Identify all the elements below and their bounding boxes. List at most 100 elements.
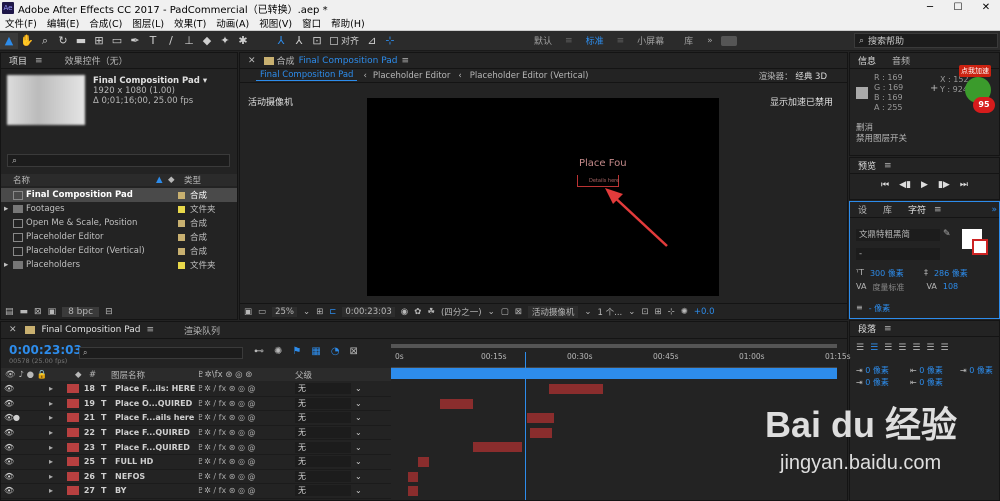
clone-tool-icon[interactable]: ⊥ (180, 33, 198, 49)
layer-row[interactable]: 👁 ● ▸ 21 T Place F...ails here ♇✲ / fx ⊛ ◎ @ 无 ⌄ (1, 411, 391, 426)
expand-arrow-icon[interactable]: ▸ (49, 428, 63, 437)
layer-duration-bar[interactable] (407, 471, 419, 482)
layer-name[interactable]: NEFOS (115, 472, 197, 481)
tab-project[interactable]: 项目 (1, 54, 35, 67)
align-left-icon[interactable]: ☰ (856, 343, 864, 353)
hide-shy-icon[interactable]: ⚑ (292, 346, 301, 357)
parent-dropdown[interactable]: 无 (295, 441, 351, 453)
project-search-input[interactable]: ⌕ (7, 154, 230, 167)
fast-preview-icon[interactable]: ⊡ (641, 307, 648, 317)
workspace-small-screen[interactable]: 小屏幕 (627, 34, 674, 47)
label-color-swatch[interactable] (178, 191, 185, 199)
camera-tool-icon[interactable]: ▬ (72, 33, 90, 49)
layer-name[interactable]: Place F...ails here (115, 413, 197, 422)
layer-name[interactable]: Place F...ils: HERE (115, 384, 197, 393)
roto-tool-icon[interactable]: ✦ (216, 33, 234, 49)
layer-switches[interactable]: ♇✲ / fx ⊛ ◎ @ (197, 384, 295, 393)
col-name-header[interactable]: 名称 (13, 174, 156, 186)
play-icon[interactable]: ▶ (921, 180, 928, 190)
workspace-library[interactable]: 库 (674, 34, 703, 47)
views-dropdown[interactable]: 1 个... (598, 306, 623, 318)
comp-viewer[interactable]: Place Fou Details here (367, 98, 719, 296)
workspace-default[interactable]: 默认 (524, 34, 562, 47)
timeline-timecode[interactable]: 0:00:23:03 (9, 343, 82, 357)
eye-icon[interactable]: 👁 (1, 428, 14, 437)
project-item[interactable]: ▸ Footages 文件夹 (1, 202, 237, 216)
layer-label-color[interactable] (67, 384, 79, 394)
font-style-dropdown[interactable]: - (856, 248, 940, 260)
first-line-indent-value[interactable]: 0 像素 (969, 366, 993, 375)
layer-label-color[interactable] (67, 413, 79, 423)
always-preview-icon[interactable]: ▣ (244, 307, 252, 317)
menu-item-4[interactable]: 效果(T) (169, 16, 211, 30)
layer-label-color[interactable] (67, 398, 79, 408)
transparency-icon[interactable]: ⊠ (515, 307, 522, 317)
layer-name[interactable]: Place F...QUIRED (115, 428, 197, 437)
comp-mini-flowchart-icon[interactable]: ⊷ (254, 346, 264, 357)
workspace-more-icon[interactable]: » (703, 36, 717, 46)
project-item[interactable]: Placeholder Editor 合成 (1, 230, 237, 244)
parent-dropdown[interactable]: 无 (295, 485, 351, 497)
layer-name-header[interactable]: 图层名称 (111, 369, 197, 381)
frame-blending-icon[interactable]: ▦ (311, 346, 320, 357)
eye-icon[interactable]: 👁 (1, 413, 14, 422)
parent-dropdown[interactable]: 无 (295, 397, 351, 409)
eye-icon[interactable]: 👁 (1, 399, 14, 408)
layer-name[interactable]: Place O...QUIRED (115, 399, 197, 408)
layer-row[interactable]: 👁 ▸ 27 T BY ♇✲ / fx ⊛ ◎ @ 无 ⌄ (1, 484, 391, 499)
font-family-dropdown[interactable]: 文鼎特粗黑简 (856, 229, 940, 241)
close-icon[interactable]: ✕ (1, 325, 25, 335)
eye-icon[interactable]: 👁 (1, 457, 14, 466)
layer-duration-bar[interactable] (418, 457, 429, 467)
channel-icon[interactable]: ☘ (427, 307, 435, 317)
viewer-timecode[interactable]: 0:00:23:03 (342, 306, 395, 317)
tab-audio[interactable]: 音频 (884, 54, 918, 67)
brush-tool-icon[interactable]: / (162, 33, 180, 49)
indent-right-value[interactable]: 0 像素 (919, 366, 943, 375)
snapshot-icon[interactable]: ◉ (401, 307, 408, 317)
layer-name[interactable]: Place F...QUIRED (115, 443, 197, 452)
comp-name[interactable]: Final Composition Pad ▾ (93, 76, 207, 86)
help-search-box[interactable]: ⌕ 搜索帮助 (854, 33, 998, 48)
label-color-swatch[interactable] (178, 233, 185, 241)
puppet-tool-icon[interactable]: ✱ (234, 33, 252, 49)
menu-item-2[interactable]: 合成(C) (84, 16, 127, 30)
timeline-icon[interactable]: ⊞ (655, 307, 662, 317)
maximize-button[interactable]: ☐ (944, 0, 972, 16)
expand-arrow-icon[interactable]: ▸ (49, 384, 63, 393)
label-color-swatch[interactable] (178, 247, 185, 255)
layer-name[interactable]: BY (115, 486, 197, 495)
zoom-dropdown[interactable]: 25% (272, 306, 297, 317)
tab-library[interactable]: 库 (875, 203, 900, 216)
layer-row[interactable]: 👁 ▸ 18 T Place F...ils: HERE ♇✲ / fx ⊛ ◎ @ 无 ⌄ (1, 382, 391, 397)
rectangle-tool-icon[interactable]: ▭ (108, 33, 126, 49)
show-snapshot-icon[interactable]: ✿ (414, 307, 421, 317)
align-right-icon[interactable]: ☰ (884, 343, 892, 353)
pen-tool-icon[interactable]: ✒ (126, 33, 144, 49)
layer-row[interactable]: 👁 ▸ 22 T Place F...QUIRED ♇✲ / fx ⊛ ◎ @ 无 ⌄ (1, 426, 391, 441)
work-area-range[interactable] (391, 368, 837, 379)
space-after-value[interactable]: 0 像素 (919, 378, 943, 387)
hand-tool-icon[interactable]: ✋ (18, 33, 36, 49)
expand-arrow-icon[interactable]: ▸ (49, 486, 63, 495)
graph-editor-icon[interactable]: ⊠ (350, 346, 358, 357)
axis-view-icon[interactable]: ⊡ (308, 33, 326, 49)
viewer-tab-vertical[interactable]: Placeholder Editor (Vertical) (470, 71, 589, 81)
menu-item-0[interactable]: 文件(F) (0, 16, 42, 30)
layer-duration-bar[interactable] (527, 413, 555, 424)
layer-switches[interactable]: ♇✲ / fx ⊛ ◎ @ (197, 413, 295, 422)
playhead[interactable] (524, 352, 526, 500)
prev-frame-icon[interactable]: ◀▮ (899, 180, 911, 190)
tab-effects-presets[interactable]: 设 (850, 203, 875, 216)
justify-right-icon[interactable]: ☰ (926, 343, 934, 353)
layer-switches[interactable]: ♇✲ / fx ⊛ ◎ @ (197, 443, 295, 452)
new-comp-icon[interactable]: ⊠ (34, 307, 42, 317)
layer-search-input[interactable]: ⌕ (79, 347, 243, 359)
project-item[interactable]: Final Composition Pad 合成 (1, 188, 237, 202)
layer-label-color[interactable] (67, 442, 79, 452)
justify-center-icon[interactable]: ☰ (912, 343, 920, 353)
expand-arrow-icon[interactable]: ▸ (49, 457, 63, 466)
motion-blur-icon[interactable]: ◔ (331, 346, 340, 357)
expand-arrow-icon[interactable]: ▸ (49, 399, 63, 408)
renderer-value[interactable]: 经典 3D (795, 72, 827, 82)
